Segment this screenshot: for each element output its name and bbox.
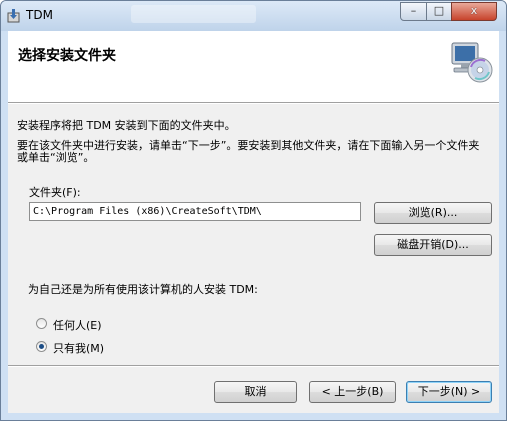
install-for-question: 为自己还是为所有使用该计算机的人安装 TDM: bbox=[28, 283, 258, 296]
computer-disc-icon bbox=[451, 42, 493, 83]
disk-cost-button[interactable]: 磁盘开销(D)... bbox=[374, 234, 492, 256]
dialog-client-area: 选择安装文件夹 安装程序将把 TDM 安装到下面的文件夹中。 要在该文件夹中进行… bbox=[8, 31, 499, 413]
installer-window: TDM – □ x 选择安装文件夹 安装程序将把 TDM 安装到下面的文件夹中。… bbox=[0, 0, 507, 421]
next-button[interactable]: 下一步(N) > bbox=[406, 381, 492, 403]
instructions-text: 要在该文件夹中进行安装，请单击“下一步”。要安装到其他文件夹，请在下面输入另一个… bbox=[17, 139, 480, 164]
option-just-me-label: 只有我(M) bbox=[53, 342, 105, 355]
intro-text: 安装程序将把 TDM 安装到下面的文件夹中。 bbox=[17, 119, 236, 132]
dialog-header-banner: 选择安装文件夹 bbox=[8, 31, 499, 103]
browse-button[interactable]: 浏览(R)... bbox=[374, 202, 492, 224]
back-button[interactable]: < 上一步(B) bbox=[309, 381, 396, 403]
title-bar[interactable]: TDM – □ x bbox=[1, 1, 506, 31]
radio-selected-dot bbox=[39, 344, 44, 349]
installer-app-icon bbox=[7, 9, 20, 23]
minimize-button[interactable]: – bbox=[400, 2, 427, 21]
background-window-ghost bbox=[131, 5, 256, 23]
folder-label: 文件夹(F): bbox=[29, 186, 81, 199]
window-title: TDM bbox=[26, 8, 53, 22]
maximize-icon: □ bbox=[433, 4, 445, 17]
header-divider bbox=[8, 103, 499, 104]
maximize-button[interactable]: □ bbox=[426, 2, 452, 21]
radio-just-me[interactable] bbox=[36, 341, 47, 352]
page-title: 选择安装文件夹 bbox=[18, 48, 116, 64]
close-icon: x bbox=[470, 4, 478, 17]
footer-divider bbox=[8, 365, 499, 367]
cancel-button[interactable]: 取消 bbox=[214, 381, 297, 403]
folder-path-input[interactable]: C:\Program Files (x86)\CreateSoft\TDM\ bbox=[29, 202, 361, 221]
caption-buttons: – □ x bbox=[400, 2, 504, 22]
close-button[interactable]: x bbox=[451, 2, 497, 21]
option-everyone-label: 任何人(E) bbox=[53, 319, 102, 332]
radio-everyone[interactable] bbox=[36, 318, 47, 329]
minimize-icon: – bbox=[410, 4, 417, 17]
